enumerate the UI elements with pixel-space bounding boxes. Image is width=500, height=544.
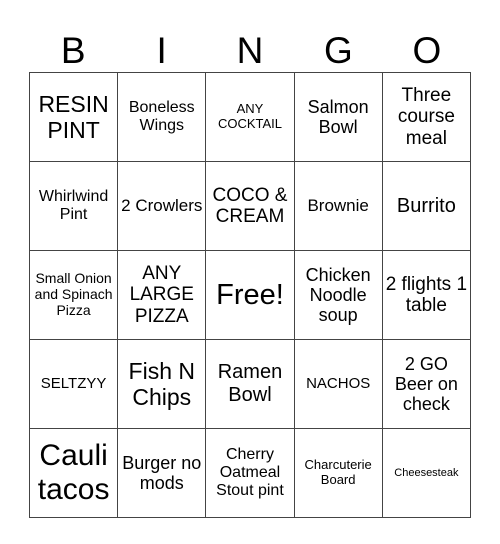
bingo-header: B I N G O [29, 28, 471, 73]
bingo-cell[interactable]: RESIN PINT [28, 72, 119, 162]
bingo-cell[interactable]: Salmon Bowl [293, 72, 383, 162]
board-row: RESIN PINT Boneless Wings ANY COCKTAIL S… [28, 72, 472, 162]
bingo-cell[interactable]: Small Onion and Spinach Pizza [28, 250, 119, 340]
bingo-cell[interactable]: 2 GO Beer on check [381, 339, 472, 429]
bingo-cell[interactable]: Whirlwind Pint [28, 161, 119, 251]
board-row: Whirlwind Pint 2 Crowlers COCO & CREAM B… [28, 161, 472, 251]
header-letter-g: G [324, 30, 353, 71]
bingo-cell[interactable]: Burger no mods [117, 428, 207, 518]
free-space-cell[interactable]: Free! [205, 250, 295, 340]
header-letter-n: N [236, 30, 264, 71]
bingo-cell[interactable]: COCO & CREAM [205, 161, 295, 251]
bingo-cell[interactable]: Cauli tacos [28, 428, 119, 518]
bingo-cell[interactable]: 2 Crowlers [117, 161, 207, 251]
bingo-cell[interactable]: Boneless Wings [117, 72, 207, 162]
bingo-cell[interactable]: SELTZYY [28, 339, 119, 429]
bingo-board: RESIN PINT Boneless Wings ANY COCKTAIL S… [28, 72, 472, 518]
bingo-cell[interactable]: Chicken Noodle soup [293, 250, 383, 340]
bingo-cell[interactable]: ANY LARGE PIZZA [117, 250, 207, 340]
bingo-cell[interactable]: Cherry Oatmeal Stout pint [205, 428, 295, 518]
board-row: Cauli tacos Burger no mods Cherry Oatmea… [28, 428, 472, 518]
bingo-cell[interactable]: Burrito [381, 161, 472, 251]
bingo-cell[interactable]: Ramen Bowl [205, 339, 295, 429]
board-row: SELTZYY Fish N Chips Ramen Bowl NACHOS 2… [28, 339, 472, 429]
bingo-cell[interactable]: ANY COCKTAIL [205, 72, 295, 162]
bingo-cell[interactable]: Three course meal [381, 72, 472, 162]
board-row: Small Onion and Spinach Pizza ANY LARGE … [28, 250, 472, 340]
bingo-cell[interactable]: NACHOS [293, 339, 383, 429]
header-letter-i: I [156, 30, 167, 71]
bingo-cell[interactable]: Cheesesteak [381, 428, 472, 518]
bingo-cell[interactable]: 2 flights 1 table [381, 250, 472, 340]
bingo-cell[interactable]: Brownie [293, 161, 383, 251]
bingo-cell[interactable]: Fish N Chips [117, 339, 207, 429]
bingo-cell[interactable]: Charcuterie Board [293, 428, 383, 518]
header-letter-b: B [60, 30, 86, 71]
header-letter-o: O [412, 30, 442, 71]
